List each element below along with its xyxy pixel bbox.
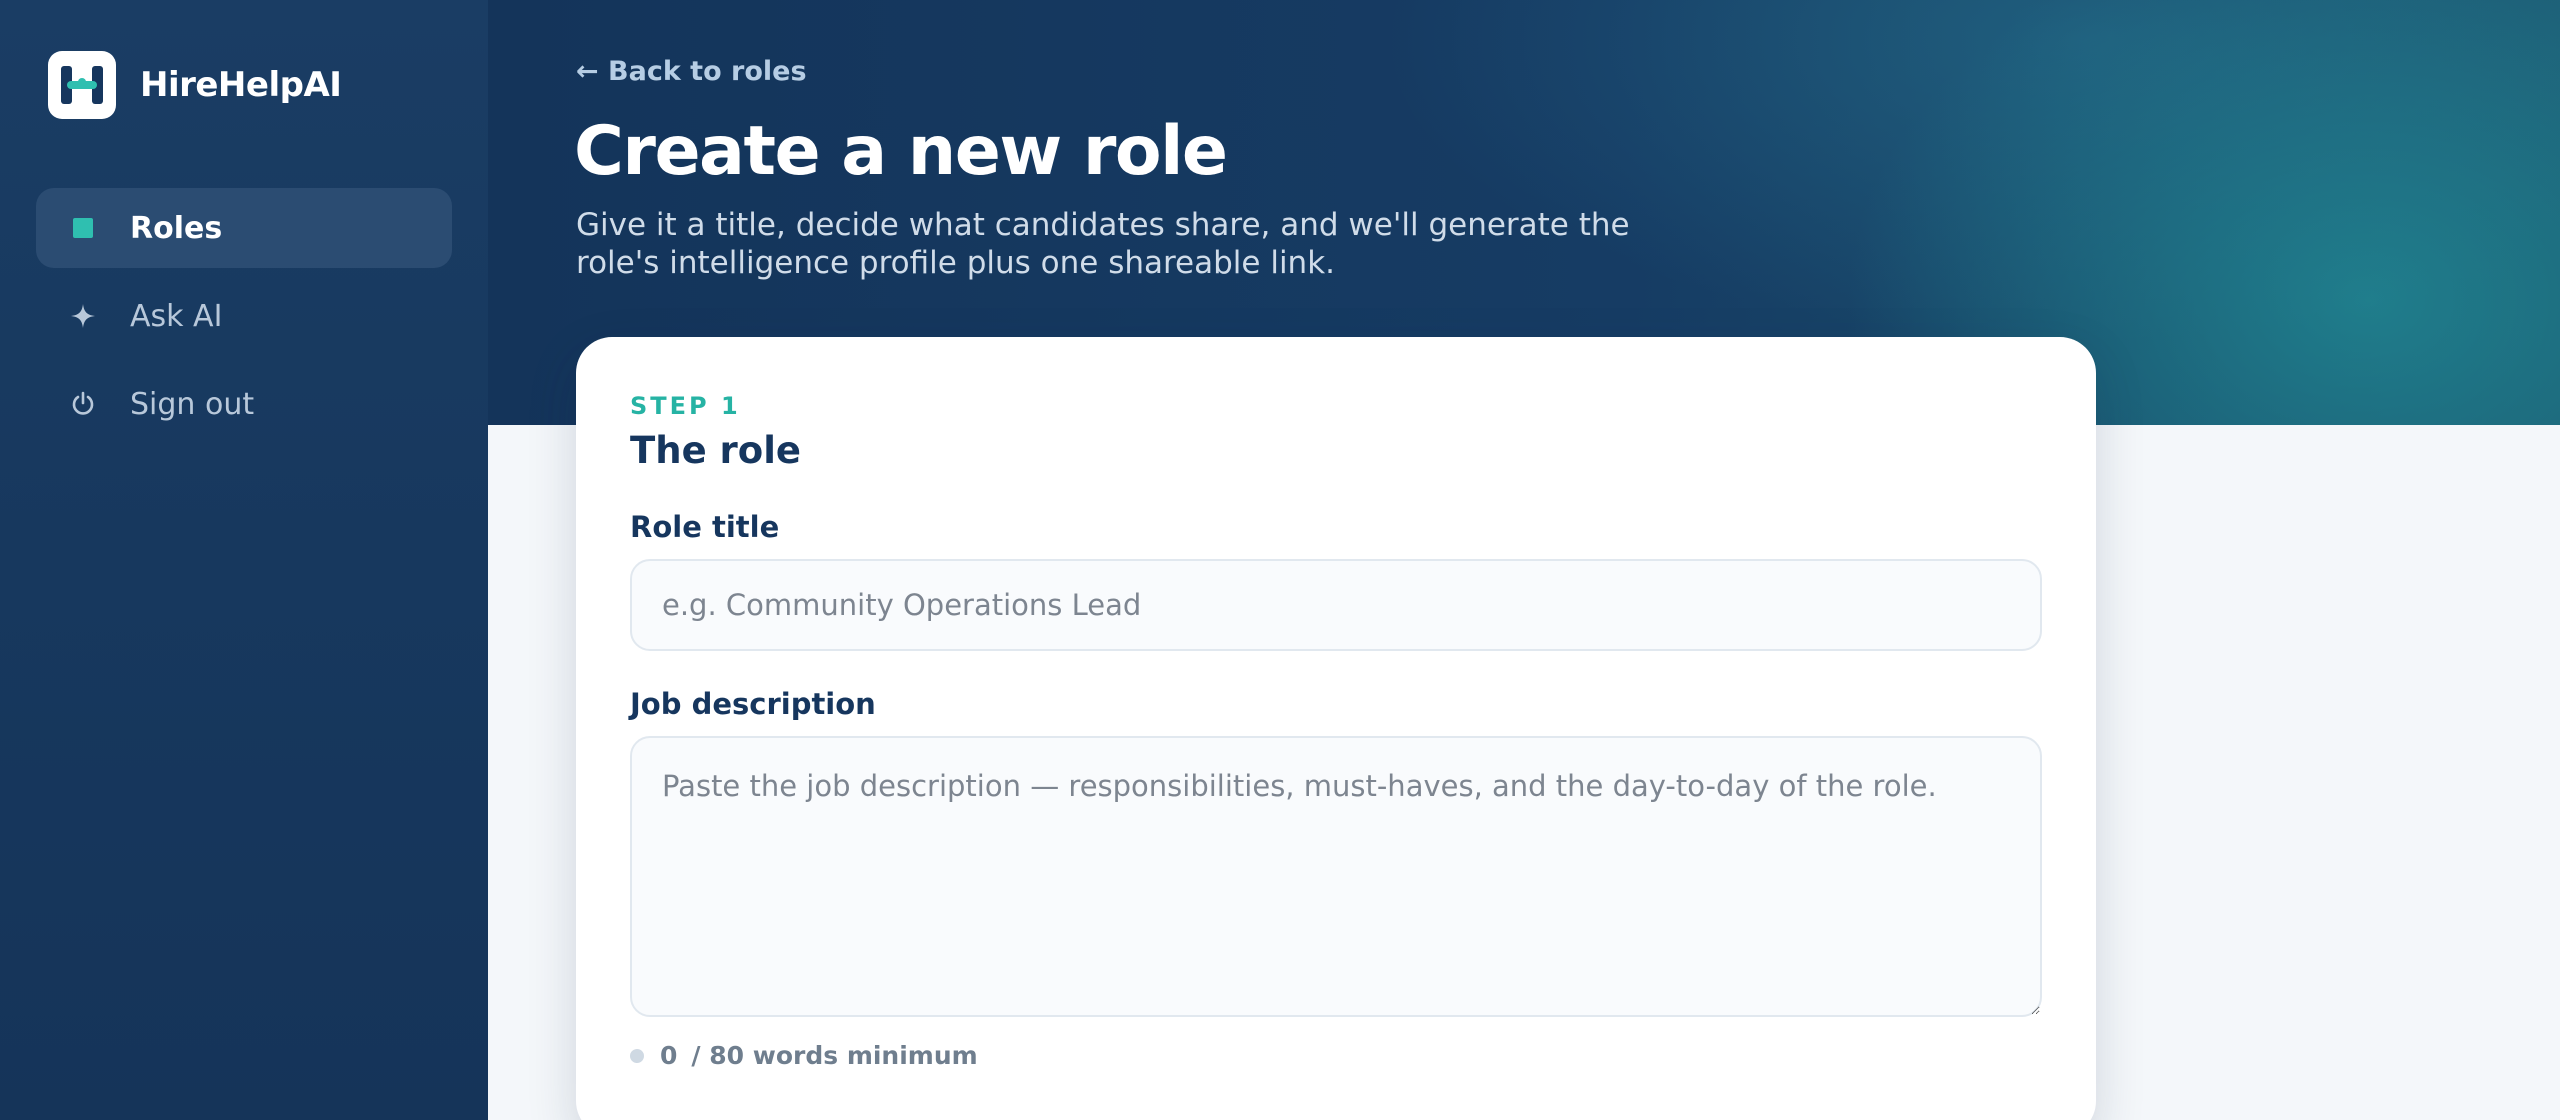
back-to-roles-link[interactable]: ← Back to roles — [576, 56, 807, 87]
logo-icon — [48, 51, 116, 119]
role-title-label: Role title — [630, 510, 780, 544]
word-counter: 0 / 80 words minimum — [630, 1041, 978, 1070]
job-description-textarea[interactable] — [630, 736, 2042, 1017]
sidebar-item-label: Roles — [130, 210, 223, 246]
sidebar-item-roles[interactable]: Roles — [36, 188, 452, 268]
form-card: STEP 1 The role Role title Job descripti… — [576, 337, 2096, 1120]
sidebar-item-label: Sign out — [130, 386, 255, 422]
word-count-value: 0 — [660, 1041, 678, 1070]
power-icon — [68, 389, 98, 419]
square-icon — [68, 213, 98, 243]
sidebar-item-sign-out[interactable]: Sign out — [36, 364, 452, 444]
word-count-suffix: / 80 words minimum — [691, 1041, 978, 1070]
sidebar-item-label: Ask AI — [130, 298, 223, 334]
page-subtitle: Give it a title, decide what candidates … — [576, 207, 1630, 281]
app-root: HireHelpAI Roles Ask AI Sign out ← Back … — [0, 0, 2560, 1120]
status-dot — [630, 1048, 644, 1063]
sidebar-nav: Roles Ask AI Sign out — [36, 188, 452, 452]
sidebar-item-ask-ai[interactable]: Ask AI — [36, 276, 452, 356]
sparkle-icon — [68, 301, 98, 331]
job-description-label: Job description — [630, 687, 876, 721]
page-title: Create a new role — [574, 112, 1228, 191]
role-title-input[interactable] — [630, 559, 2042, 651]
step-label: STEP 1 — [630, 392, 741, 420]
section-title: The role — [630, 429, 801, 472]
app-name: HireHelpAI — [140, 65, 342, 105]
brand[interactable]: HireHelpAI — [48, 51, 342, 119]
sidebar: HireHelpAI Roles Ask AI Sign out — [0, 0, 488, 1120]
